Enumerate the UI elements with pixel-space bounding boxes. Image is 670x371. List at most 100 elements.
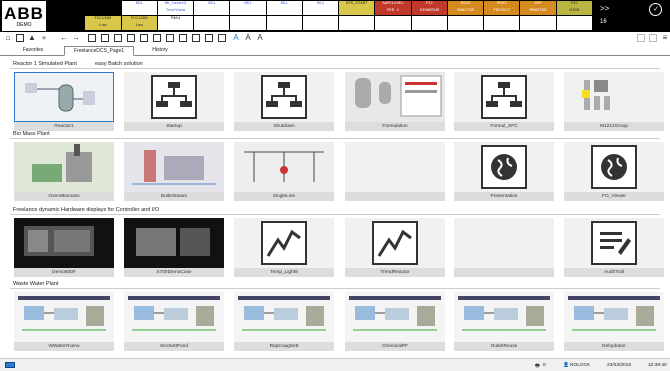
- tab-favorites[interactable]: Favorites: [10, 46, 56, 56]
- alarm-cell[interactable]: SVP MONITOR: [520, 1, 556, 15]
- display-icon-4[interactable]: [153, 34, 161, 42]
- alarm-cell[interactable]: P301: [157, 16, 194, 30]
- display-tile[interactable]: BoilerSteam: [124, 142, 224, 201]
- trend-icon[interactable]: [127, 34, 135, 42]
- alarm-cell[interactable]: 051: [121, 1, 157, 15]
- display-thumbnail: [124, 72, 224, 122]
- font-a-icon-1[interactable]: A: [232, 34, 240, 42]
- display-tile[interactable]: FO_Viewer: [564, 142, 664, 201]
- display-tile[interactable]: Startup: [124, 72, 224, 131]
- alarm-cell[interactable]: [230, 16, 266, 30]
- alarm-cell[interactable]: PIC HIGH: [556, 1, 592, 15]
- tab-history[interactable]: History: [140, 46, 180, 56]
- window-icon-2[interactable]: [649, 34, 657, 42]
- alarm-cell[interactable]: FCC1390 Low: [121, 16, 157, 30]
- display-tile[interactable]: M1212Group: [564, 72, 664, 131]
- edit-icon[interactable]: [140, 34, 148, 42]
- tab-freelance-page1[interactable]: FreelanceDCS_Page1: [64, 46, 134, 56]
- alarm-cell[interactable]: [484, 16, 520, 30]
- expand-chevrons[interactable]: >>: [600, 4, 609, 13]
- alarm-cell[interactable]: EPS_START: [339, 1, 375, 15]
- alarm-cell[interactable]: [85, 1, 121, 15]
- display-tile[interactable]: Shutdown: [234, 72, 334, 131]
- alarm-cell[interactable]: [520, 16, 556, 30]
- display-tile[interactable]: OutletReuse: [454, 292, 554, 351]
- display-thumbnail: [564, 292, 664, 342]
- alarm-cell[interactable]: [556, 16, 592, 30]
- alarm-cell[interactable]: [375, 16, 411, 30]
- alarm-cell[interactable]: [194, 16, 230, 30]
- alarm-cell[interactable]: RSV3 PROTECT: [484, 1, 520, 15]
- display-thumbnail: [345, 218, 445, 268]
- display-tile[interactable]: S700DemoCase: [124, 218, 224, 277]
- display-icon-3[interactable]: [114, 34, 122, 42]
- display-caption: BoilerSteam: [124, 192, 224, 201]
- display-tile[interactable]: OvervBiomass: [14, 142, 114, 201]
- screen-icon[interactable]: [16, 34, 24, 42]
- alarm-cell[interactable]: 051: [230, 1, 266, 15]
- window-icon-1[interactable]: [637, 34, 645, 42]
- task-icon[interactable]: [5, 362, 15, 368]
- display-caption: Shutdown: [234, 122, 334, 131]
- display-tile[interactable]: ChemicalPF: [345, 292, 445, 351]
- display-tile[interactable]: Reactor1: [14, 72, 114, 131]
- alarm-cell[interactable]: PIC HIDAMIUM: [411, 1, 447, 15]
- font-a-icon-2[interactable]: A: [244, 34, 252, 42]
- display-tile[interactable]: TrendReactor: [345, 218, 445, 277]
- faceplate-icon[interactable]: [166, 34, 174, 42]
- display-icon-1[interactable]: [88, 34, 96, 42]
- display-thumbnail: [234, 142, 334, 192]
- alarm-cell[interactable]: [411, 16, 447, 30]
- display-thumbnail: [14, 292, 114, 342]
- alarm-cell[interactable]: 051: [194, 1, 230, 15]
- display-tile[interactable]: Temp_Light9: [234, 218, 334, 277]
- display-caption: TrendReactor: [345, 268, 445, 277]
- alarm-cell[interactable]: FCC1390 Low: [85, 16, 121, 30]
- back-arrow-icon[interactable]: ←: [60, 34, 68, 42]
- display-tile[interactable]: SingleLine: [234, 142, 334, 201]
- display-icon-6[interactable]: [192, 34, 200, 42]
- menu-icon[interactable]: ≡: [661, 34, 669, 42]
- display-thumbnail: [345, 72, 445, 122]
- display-tile[interactable]: SecSettPond: [124, 292, 224, 351]
- display-tile[interactable]: Demo800F: [14, 218, 114, 277]
- alarm-cell[interactable]: Hb_Case43 TestView: [157, 1, 194, 15]
- alarm-cell[interactable]: SAFELEVEL PER 1: [375, 1, 411, 15]
- alarm-cell[interactable]: RSV3 MONITOR: [447, 1, 484, 15]
- display-icon-2[interactable]: [101, 34, 109, 42]
- display-caption: RapCoagSett: [234, 342, 334, 351]
- warning-icon[interactable]: ▲: [28, 34, 36, 42]
- display-tile[interactable]: AuditTrail: [564, 218, 664, 277]
- printer-icon[interactable]: 🖶: [535, 363, 540, 371]
- top-right-area: >> 16 ✓: [596, 1, 668, 31]
- alarm-cell[interactable]: [49, 16, 85, 30]
- display-caption: [345, 192, 445, 201]
- alarm-cell[interactable]: 051: [302, 1, 339, 15]
- alarm-cell[interactable]: 051: [266, 1, 302, 15]
- display-icon-7[interactable]: [205, 34, 213, 42]
- display-icon-5[interactable]: [179, 34, 187, 42]
- display-thumbnail: [564, 218, 664, 268]
- logo-subtitle: DEMO: [16, 21, 32, 28]
- home-icon[interactable]: ⌂: [4, 34, 12, 42]
- info-icon[interactable]: ●: [40, 34, 48, 42]
- display-tile[interactable]: Formulation: [345, 72, 445, 131]
- forward-arrow-icon[interactable]: →: [72, 34, 80, 42]
- grid-icon[interactable]: [218, 34, 226, 42]
- alarm-count: 16: [600, 19, 607, 25]
- display-tile[interactable]: Presentation: [454, 142, 554, 201]
- alarm-cell[interactable]: [49, 1, 85, 15]
- alarm-cell[interactable]: [339, 16, 375, 30]
- printer-count: 0: [543, 363, 546, 368]
- alarm-cell[interactable]: [447, 16, 484, 30]
- display-tile[interactable]: RapCoagSett: [234, 292, 334, 351]
- font-a-icon-3[interactable]: A: [256, 34, 264, 42]
- display-tile[interactable]: Formul_SFC: [454, 72, 554, 131]
- display-caption: Dehydrator: [564, 342, 664, 351]
- display-tile[interactable]: [454, 218, 554, 277]
- display-tile[interactable]: Dehydrator: [564, 292, 664, 351]
- display-tile[interactable]: [345, 142, 445, 201]
- alarm-cell[interactable]: [302, 16, 339, 30]
- display-tile[interactable]: WWaterOverw: [14, 292, 114, 351]
- alarm-cell[interactable]: [266, 16, 302, 30]
